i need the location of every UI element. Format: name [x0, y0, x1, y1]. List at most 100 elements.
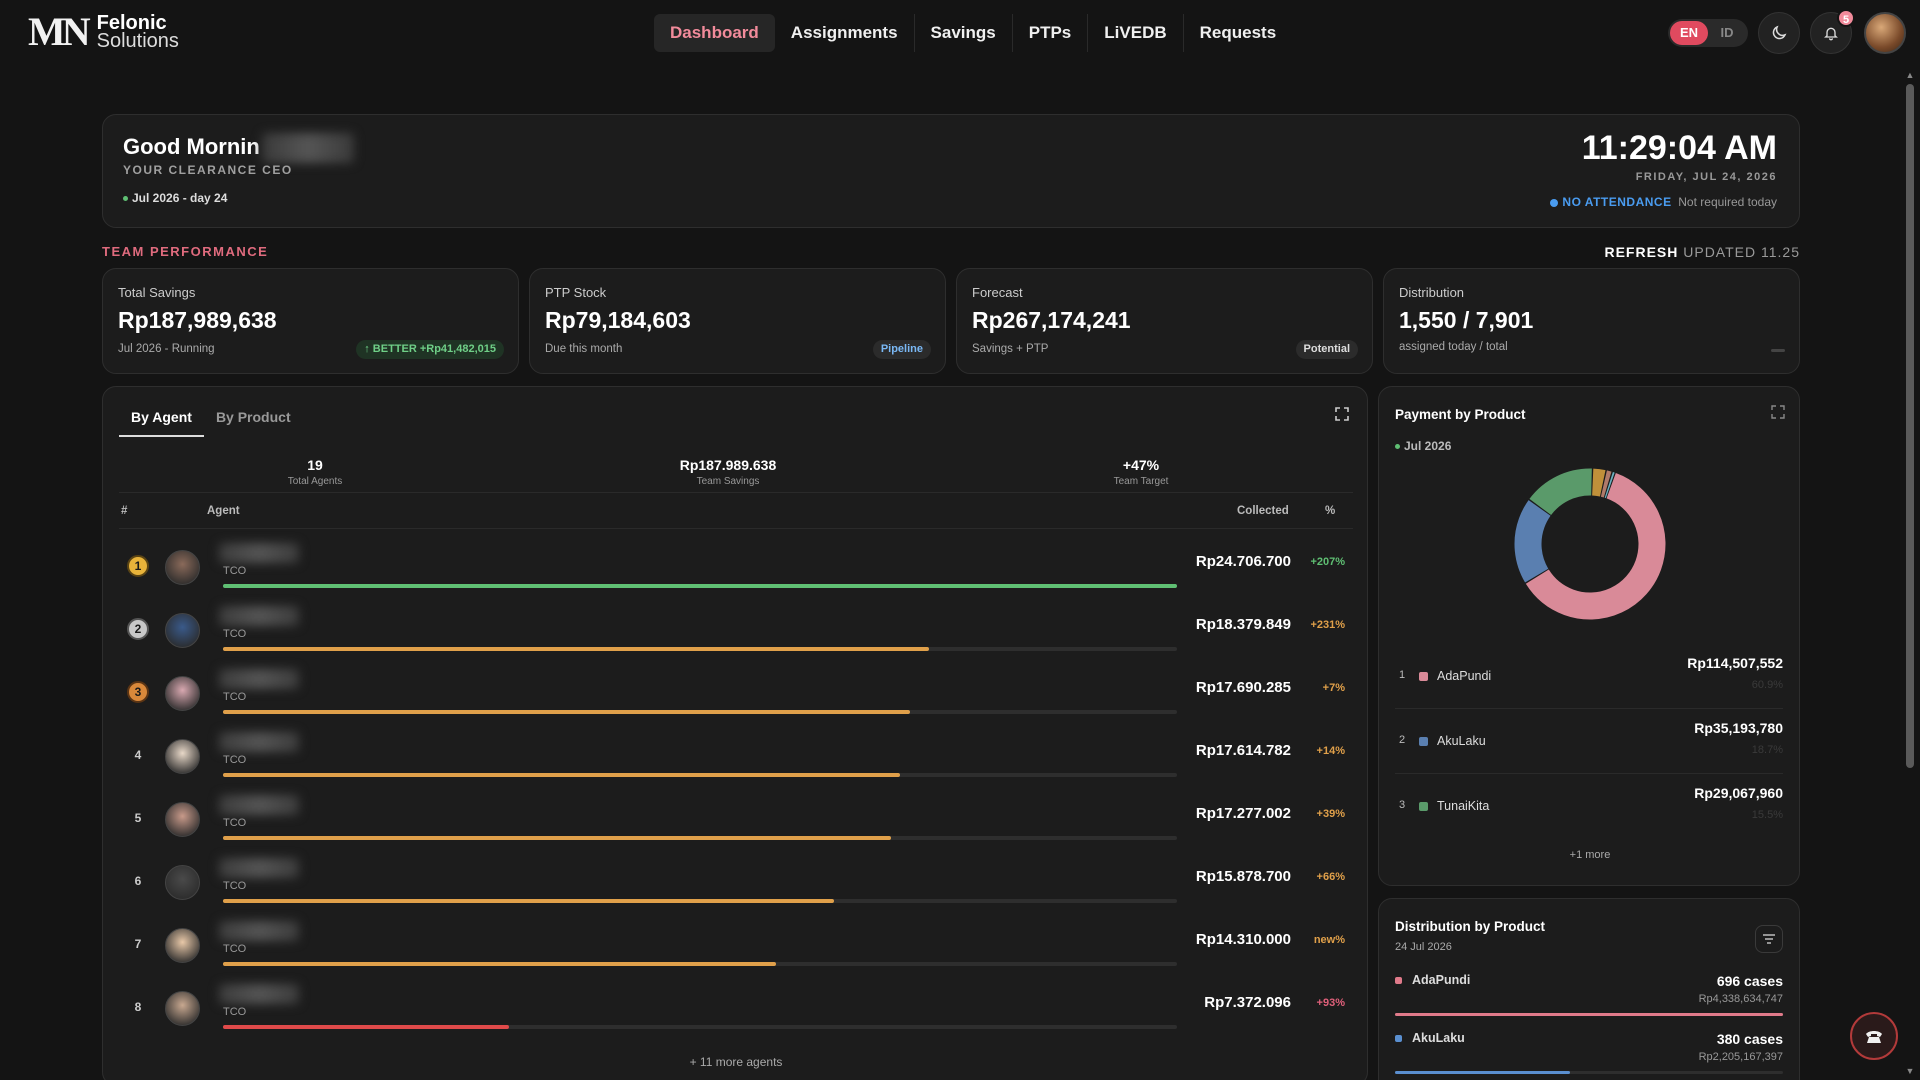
nav-livedb[interactable]: LiVEDB [1088, 14, 1184, 52]
mini-indicator [1771, 349, 1785, 352]
distribution-bar [1395, 1013, 1783, 1016]
status-badge: Pipeline [872, 340, 931, 359]
agent-pct: +66% [1316, 871, 1345, 883]
bell-icon [1824, 27, 1838, 41]
nav-ptps[interactable]: PTPs [1013, 14, 1089, 52]
blurred-agent-name [219, 984, 299, 1004]
agent-role: TCO [223, 1006, 247, 1018]
kpi-sub: assigned today / total [1399, 341, 1508, 353]
agent-row[interactable]: 7 TCO Rp14.310.000 new% [119, 913, 1353, 976]
blurred-agent-name [219, 606, 299, 626]
agent-row[interactable]: 3 TCO Rp17.690.285 +7% [119, 661, 1353, 724]
product-pct: 18.7% [1751, 744, 1783, 756]
product-row[interactable]: 2 AkuLaku Rp35,193,780 18.7% [1395, 710, 1783, 774]
agent-collected: Rp7.372.096 [1204, 994, 1291, 1011]
scroll-up-icon[interactable]: ▲ [1905, 70, 1915, 80]
phone-icon [1866, 1031, 1882, 1043]
kpi-label: Total Savings [118, 285, 196, 300]
agent-row[interactable]: 1 TCO Rp24.706.700 +207% [119, 535, 1353, 598]
agent-role: TCO [223, 943, 247, 955]
distribution-row[interactable]: AdaPundi 696 cases Rp4,338,634,747 [1395, 973, 1783, 1029]
product-row[interactable]: 1 AdaPundi Rp114,507,552 60.9% [1395, 645, 1783, 709]
distribution-row[interactable]: AkuLaku 380 cases Rp2,205,167,397 [1395, 1031, 1783, 1080]
attendance-status: NO ATTENDANCE Not required today [1550, 195, 1777, 209]
agent-rank: 1 [127, 555, 149, 577]
scroll-thumb[interactable] [1906, 84, 1914, 768]
agent-pct: +207% [1310, 556, 1345, 568]
agent-row[interactable]: 2 TCO Rp18.379.849 +231% [119, 598, 1353, 661]
leaderboard-tabs: By Agent By Product [119, 409, 303, 437]
team-stats: 19 Total Agents Rp187.989.638 Team Savin… [119, 457, 1353, 493]
blurred-agent-name [219, 732, 299, 752]
avatar [165, 676, 200, 711]
attendance-note: Not required today [1678, 195, 1777, 209]
avatar [165, 991, 200, 1026]
agent-progress-fill [223, 1025, 510, 1029]
user-avatar[interactable] [1864, 12, 1906, 54]
attendance-label: NO ATTENDANCE [1562, 195, 1672, 209]
more-agents-link[interactable]: + 11 more agents [103, 1055, 1369, 1069]
agent-row[interactable]: 6 TCO Rp15.878.700 +66% [119, 850, 1353, 913]
blurred-agent-name [219, 858, 299, 878]
product-amount: Rp35,193,780 [1694, 720, 1783, 736]
agent-collected: Rp24.706.700 [1195, 553, 1291, 570]
kpi-value: Rp267,174,241 [972, 307, 1131, 333]
agent-pct: +93% [1316, 997, 1345, 1009]
brand-logo[interactable]: MN Felonic Solutions [28, 12, 179, 52]
blurred-agent-name [219, 669, 299, 689]
table-header: # Agent Collected % [119, 505, 1353, 529]
product-amount: Rp29,067,960 [1694, 785, 1783, 801]
expand-icon[interactable] [1335, 407, 1349, 421]
expand-icon[interactable] [1771, 405, 1785, 419]
lang-id-button[interactable]: ID [1708, 21, 1746, 45]
agent-rank: 5 [134, 811, 142, 825]
agent-progress-fill [223, 710, 910, 714]
agent-rank: 6 [134, 874, 142, 888]
filter-button[interactable] [1755, 925, 1783, 953]
agent-progress-fill [223, 899, 834, 903]
distribution-title: Distribution by Product [1395, 919, 1545, 934]
refresh-status: REFRESH UPDATED 11.25 [1604, 244, 1800, 260]
status-dot-icon [1395, 444, 1400, 450]
more-products-link[interactable]: +1 more [1379, 849, 1801, 861]
nav-requests[interactable]: Requests [1184, 14, 1293, 52]
avatar [165, 865, 200, 900]
kpi-label: PTP Stock [545, 285, 607, 300]
distribution-date: 24 Jul 2026 [1395, 941, 1452, 953]
stat-total-agents: 19 Total Agents [215, 457, 415, 487]
nav-assignments[interactable]: Assignments [775, 14, 915, 52]
language-toggle: EN ID [1668, 19, 1748, 47]
notification-badge: 5 [1837, 9, 1855, 27]
agent-collected: Rp14.310.000 [1195, 931, 1291, 948]
call-button[interactable] [1850, 1012, 1898, 1060]
lang-en-button[interactable]: EN [1670, 21, 1708, 45]
stat-value: Rp187.989.638 [679, 457, 777, 473]
agent-rank: 7 [134, 937, 142, 951]
avatar [165, 739, 200, 774]
nav-dashboard[interactable]: Dashboard [654, 14, 775, 52]
header-agent: Agent [207, 505, 240, 517]
kpi-sub: Jul 2026 - Running [118, 343, 215, 355]
payment-by-product: Payment by Product Jul 2026 1 AdaPundi R… [1378, 386, 1800, 886]
notifications-button[interactable]: 5 [1810, 9, 1855, 54]
agent-row[interactable]: 8 TCO Rp7.372.096 +93% [119, 976, 1353, 1039]
refresh-button[interactable]: REFRESH [1604, 244, 1678, 260]
product-row[interactable]: 3 TunaiKita Rp29,067,960 15.5% [1395, 775, 1783, 839]
kpi-label: Forecast [972, 285, 1023, 300]
dark-mode-button[interactable] [1758, 12, 1800, 54]
tab-by-product[interactable]: By Product [204, 409, 303, 437]
scroll-down-icon[interactable]: ▼ [1905, 1066, 1915, 1076]
agent-pct: +7% [1322, 682, 1345, 694]
greeting-card: Good Mornin YOUR CLEARANCE CEO Jul 2026 … [102, 114, 1800, 228]
agent-progress-fill [223, 647, 929, 651]
stat-value: +47% [1122, 457, 1160, 473]
distribution-cases: 380 cases [1716, 1031, 1783, 1047]
clock-time: 11:29:04 AM [1581, 129, 1777, 167]
kpi-sub: Savings + PTP [972, 343, 1049, 355]
page-scrollbar[interactable]: ▲ ▼ [1904, 68, 1916, 1080]
agent-role: TCO [223, 754, 247, 766]
agent-row[interactable]: 4 TCO Rp17.614.782 +14% [119, 724, 1353, 787]
tab-by-agent[interactable]: By Agent [119, 409, 204, 437]
nav-savings[interactable]: Savings [915, 14, 1013, 52]
agent-row[interactable]: 5 TCO Rp17.277.002 +39% [119, 787, 1353, 850]
